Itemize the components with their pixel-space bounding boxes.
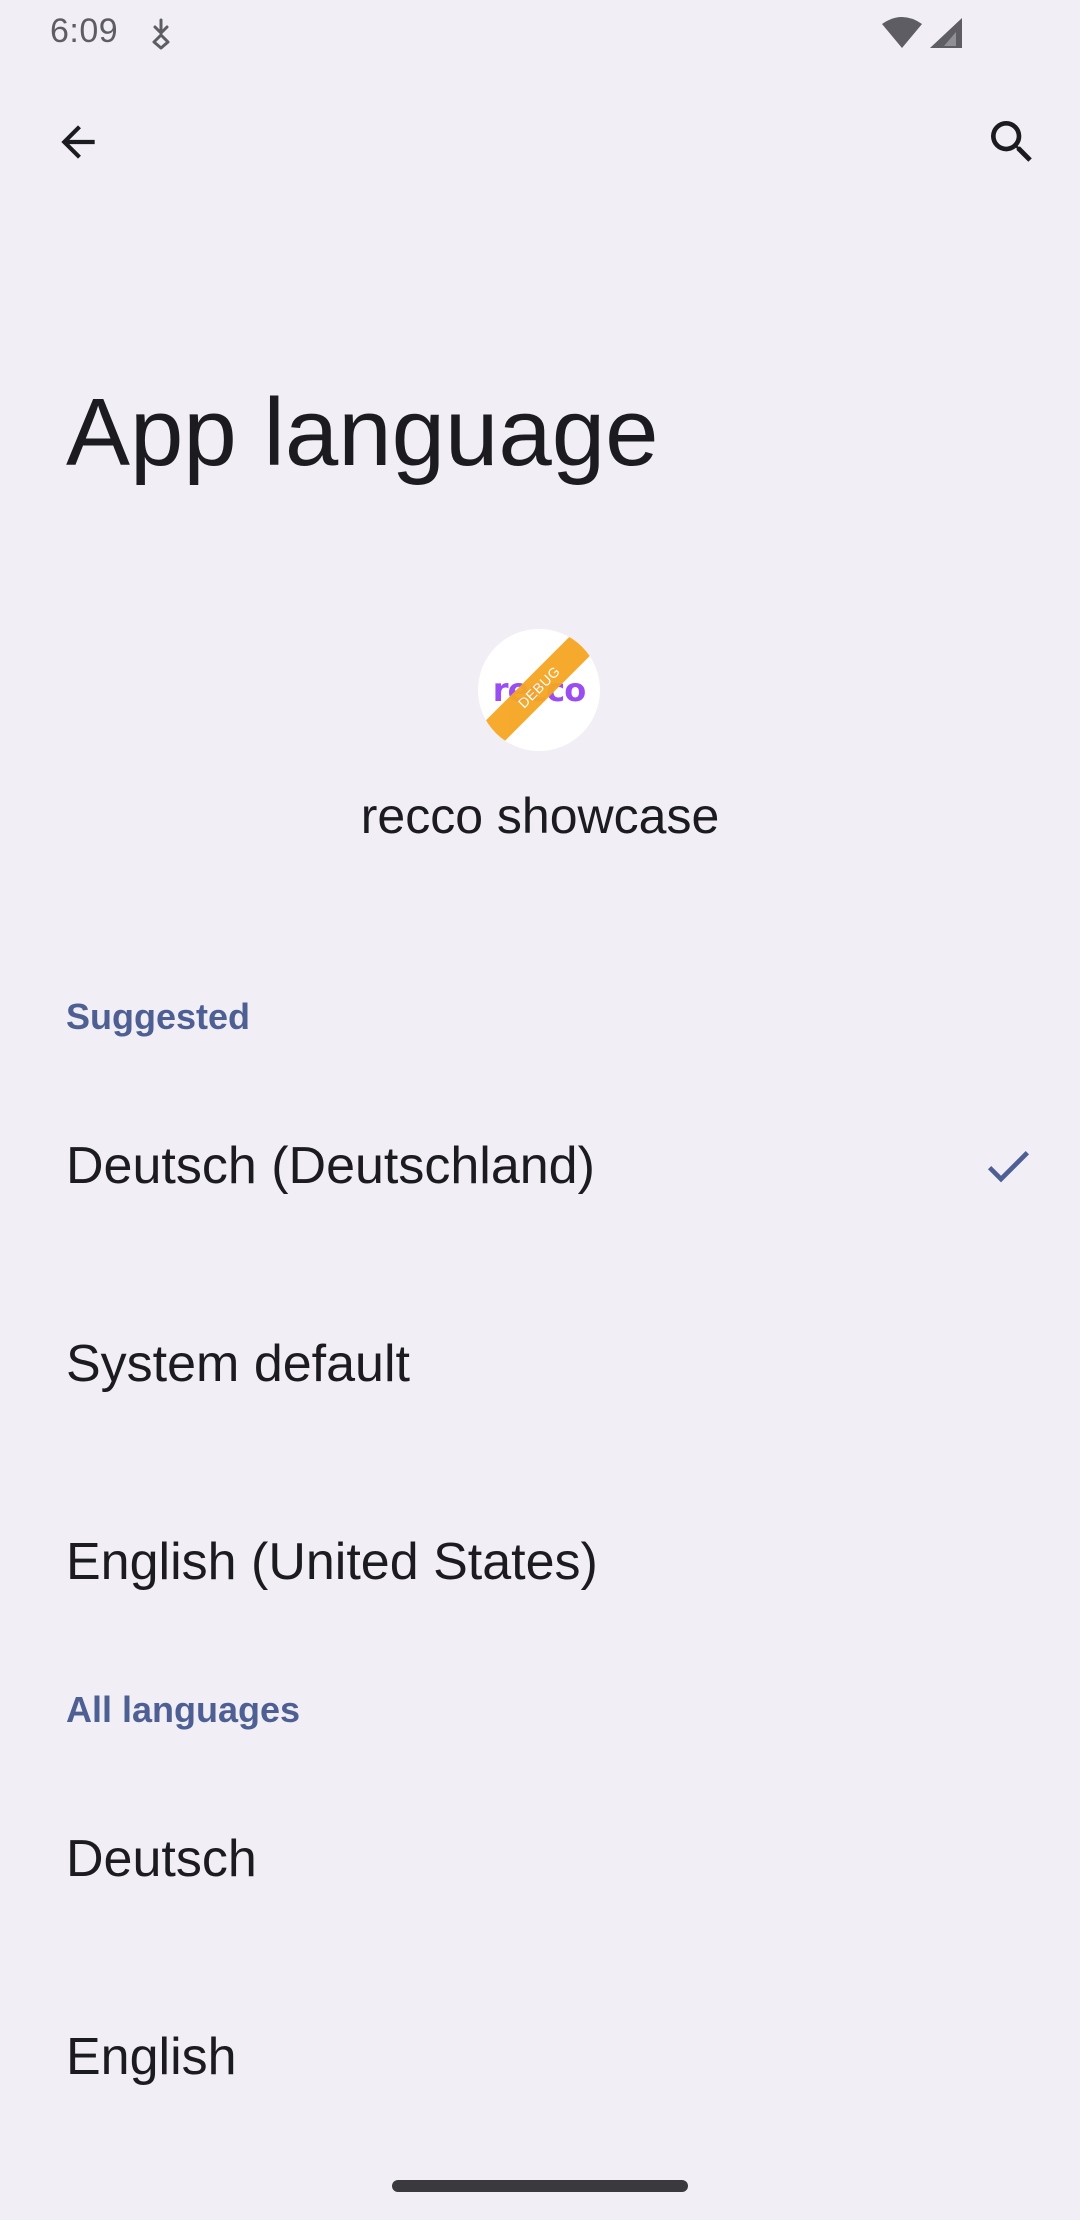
status-bar: 6:09 [0,0,1080,66]
language-label: English (United States) [66,1533,598,1591]
section-header-all-languages: All languages [66,1689,301,1730]
language-item-system-default[interactable]: System default [0,1265,1080,1463]
language-item-english-us[interactable]: English (United States) [0,1463,1080,1661]
wifi-icon [880,16,924,50]
language-label: Deutsch [66,1830,257,1888]
language-label: English [66,2028,237,2086]
status-time: 6:09 [50,12,119,50]
app-icon: recco DEBUG [478,629,600,751]
arrow-back-icon [53,117,103,172]
check-icon [980,1138,1036,1194]
section-header-suggested: Suggested [66,996,251,1037]
language-item-deutsch[interactable]: Deutsch [0,1760,1080,1958]
search-button[interactable] [972,104,1052,184]
language-label: Deutsch (Deutschland) [66,1137,595,1195]
language-item-english[interactable]: English [0,1958,1080,2156]
language-label: System default [66,1335,410,1393]
app-name: recco showcase [360,788,720,844]
language-item-deutsch-deutschland[interactable]: Deutsch (Deutschland) [0,1067,1080,1265]
search-icon [984,114,1040,175]
cell-signal-icon [928,16,964,50]
page-title: App language [66,379,659,486]
download-badge-icon [148,16,174,50]
gesture-navigation-bar[interactable] [392,2180,688,2192]
back-button[interactable] [38,104,118,184]
